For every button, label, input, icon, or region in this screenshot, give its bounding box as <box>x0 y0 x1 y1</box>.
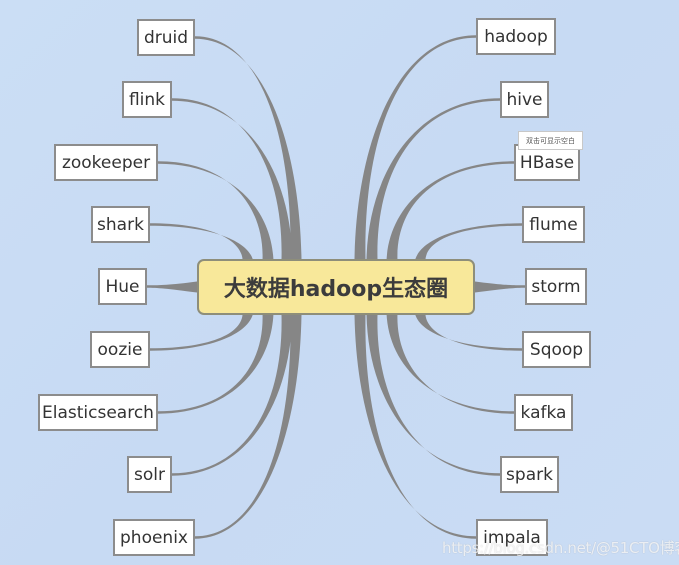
topic-sqoop[interactable]: Sqoop <box>522 331 591 368</box>
topic-druid[interactable]: druid <box>137 19 195 56</box>
topic-label: shark <box>97 214 144 235</box>
topic-label: kafka <box>520 402 567 423</box>
connector-right-1 <box>366 98 500 259</box>
topic-label: flink <box>128 89 166 110</box>
connector-left-1 <box>172 98 293 259</box>
topic-phoenix[interactable]: phoenix <box>113 519 195 556</box>
topic-label: zookeeper <box>61 152 151 173</box>
topic-label: hadoop <box>484 26 548 47</box>
topic-label: storm <box>531 276 581 297</box>
topic-hadoop[interactable]: hadoop <box>476 18 556 55</box>
mindmap-canvas: 大数据hadoop生态圈 druid flink zookeeper shark… <box>0 0 679 565</box>
topic-label: flume <box>529 214 578 235</box>
connector-right-6 <box>386 313 514 414</box>
watermark: https://blog.csdn.net/@51CTO博客 <box>442 537 679 558</box>
topic-elasticsearch[interactable]: Elasticsearch <box>38 394 158 431</box>
topic-zookeeper[interactable]: zookeeper <box>54 144 158 181</box>
connector-right-7 <box>366 315 500 476</box>
topic-label: HBase <box>519 152 575 173</box>
topic-label: Elasticsearch <box>42 402 154 423</box>
topic-label: oozie <box>97 339 143 360</box>
connector-left-4 <box>147 281 197 293</box>
watermark-text: https://blog.csdn.net/@51CTO博客 <box>442 539 679 557</box>
topic-solr[interactable]: solr <box>127 456 172 493</box>
connector-right-5 <box>414 311 522 351</box>
topic-spark[interactable]: spark <box>500 456 559 493</box>
topic-label: solr <box>134 464 165 485</box>
tooltip-text: 双击可显示空白 <box>526 136 575 145</box>
topic-label: Hue <box>105 276 140 297</box>
root-topic-label: 大数据hadoop生态圈 <box>223 277 449 302</box>
connector-right-2 <box>386 161 514 261</box>
topic-shark[interactable]: shark <box>91 206 150 243</box>
topic-label: druid <box>143 27 189 48</box>
connector-left-2 <box>158 161 274 261</box>
topic-storm[interactable]: storm <box>525 268 587 305</box>
hbase-tooltip: 双击可显示空白 <box>518 131 583 150</box>
topic-label: spark <box>506 464 553 485</box>
connector-right-3 <box>414 223 522 263</box>
topic-kafka[interactable]: kafka <box>514 394 573 431</box>
topic-label: hive <box>506 89 543 110</box>
topic-hue[interactable]: Hue <box>98 268 147 305</box>
topic-label: Sqoop <box>529 339 584 360</box>
connector-left-5 <box>150 311 254 351</box>
topic-hive[interactable]: hive <box>500 81 549 118</box>
topic-flume[interactable]: flume <box>522 206 585 243</box>
connector-left-6 <box>158 313 274 414</box>
connector-right-4 <box>475 281 525 293</box>
connector-left-7 <box>172 315 293 476</box>
root-topic[interactable]: 大数据hadoop生态圈 <box>197 259 475 315</box>
topic-oozie[interactable]: oozie <box>90 331 150 368</box>
connector-left-3 <box>150 223 254 263</box>
topic-label: phoenix <box>120 527 188 548</box>
topic-flink[interactable]: flink <box>122 81 172 118</box>
